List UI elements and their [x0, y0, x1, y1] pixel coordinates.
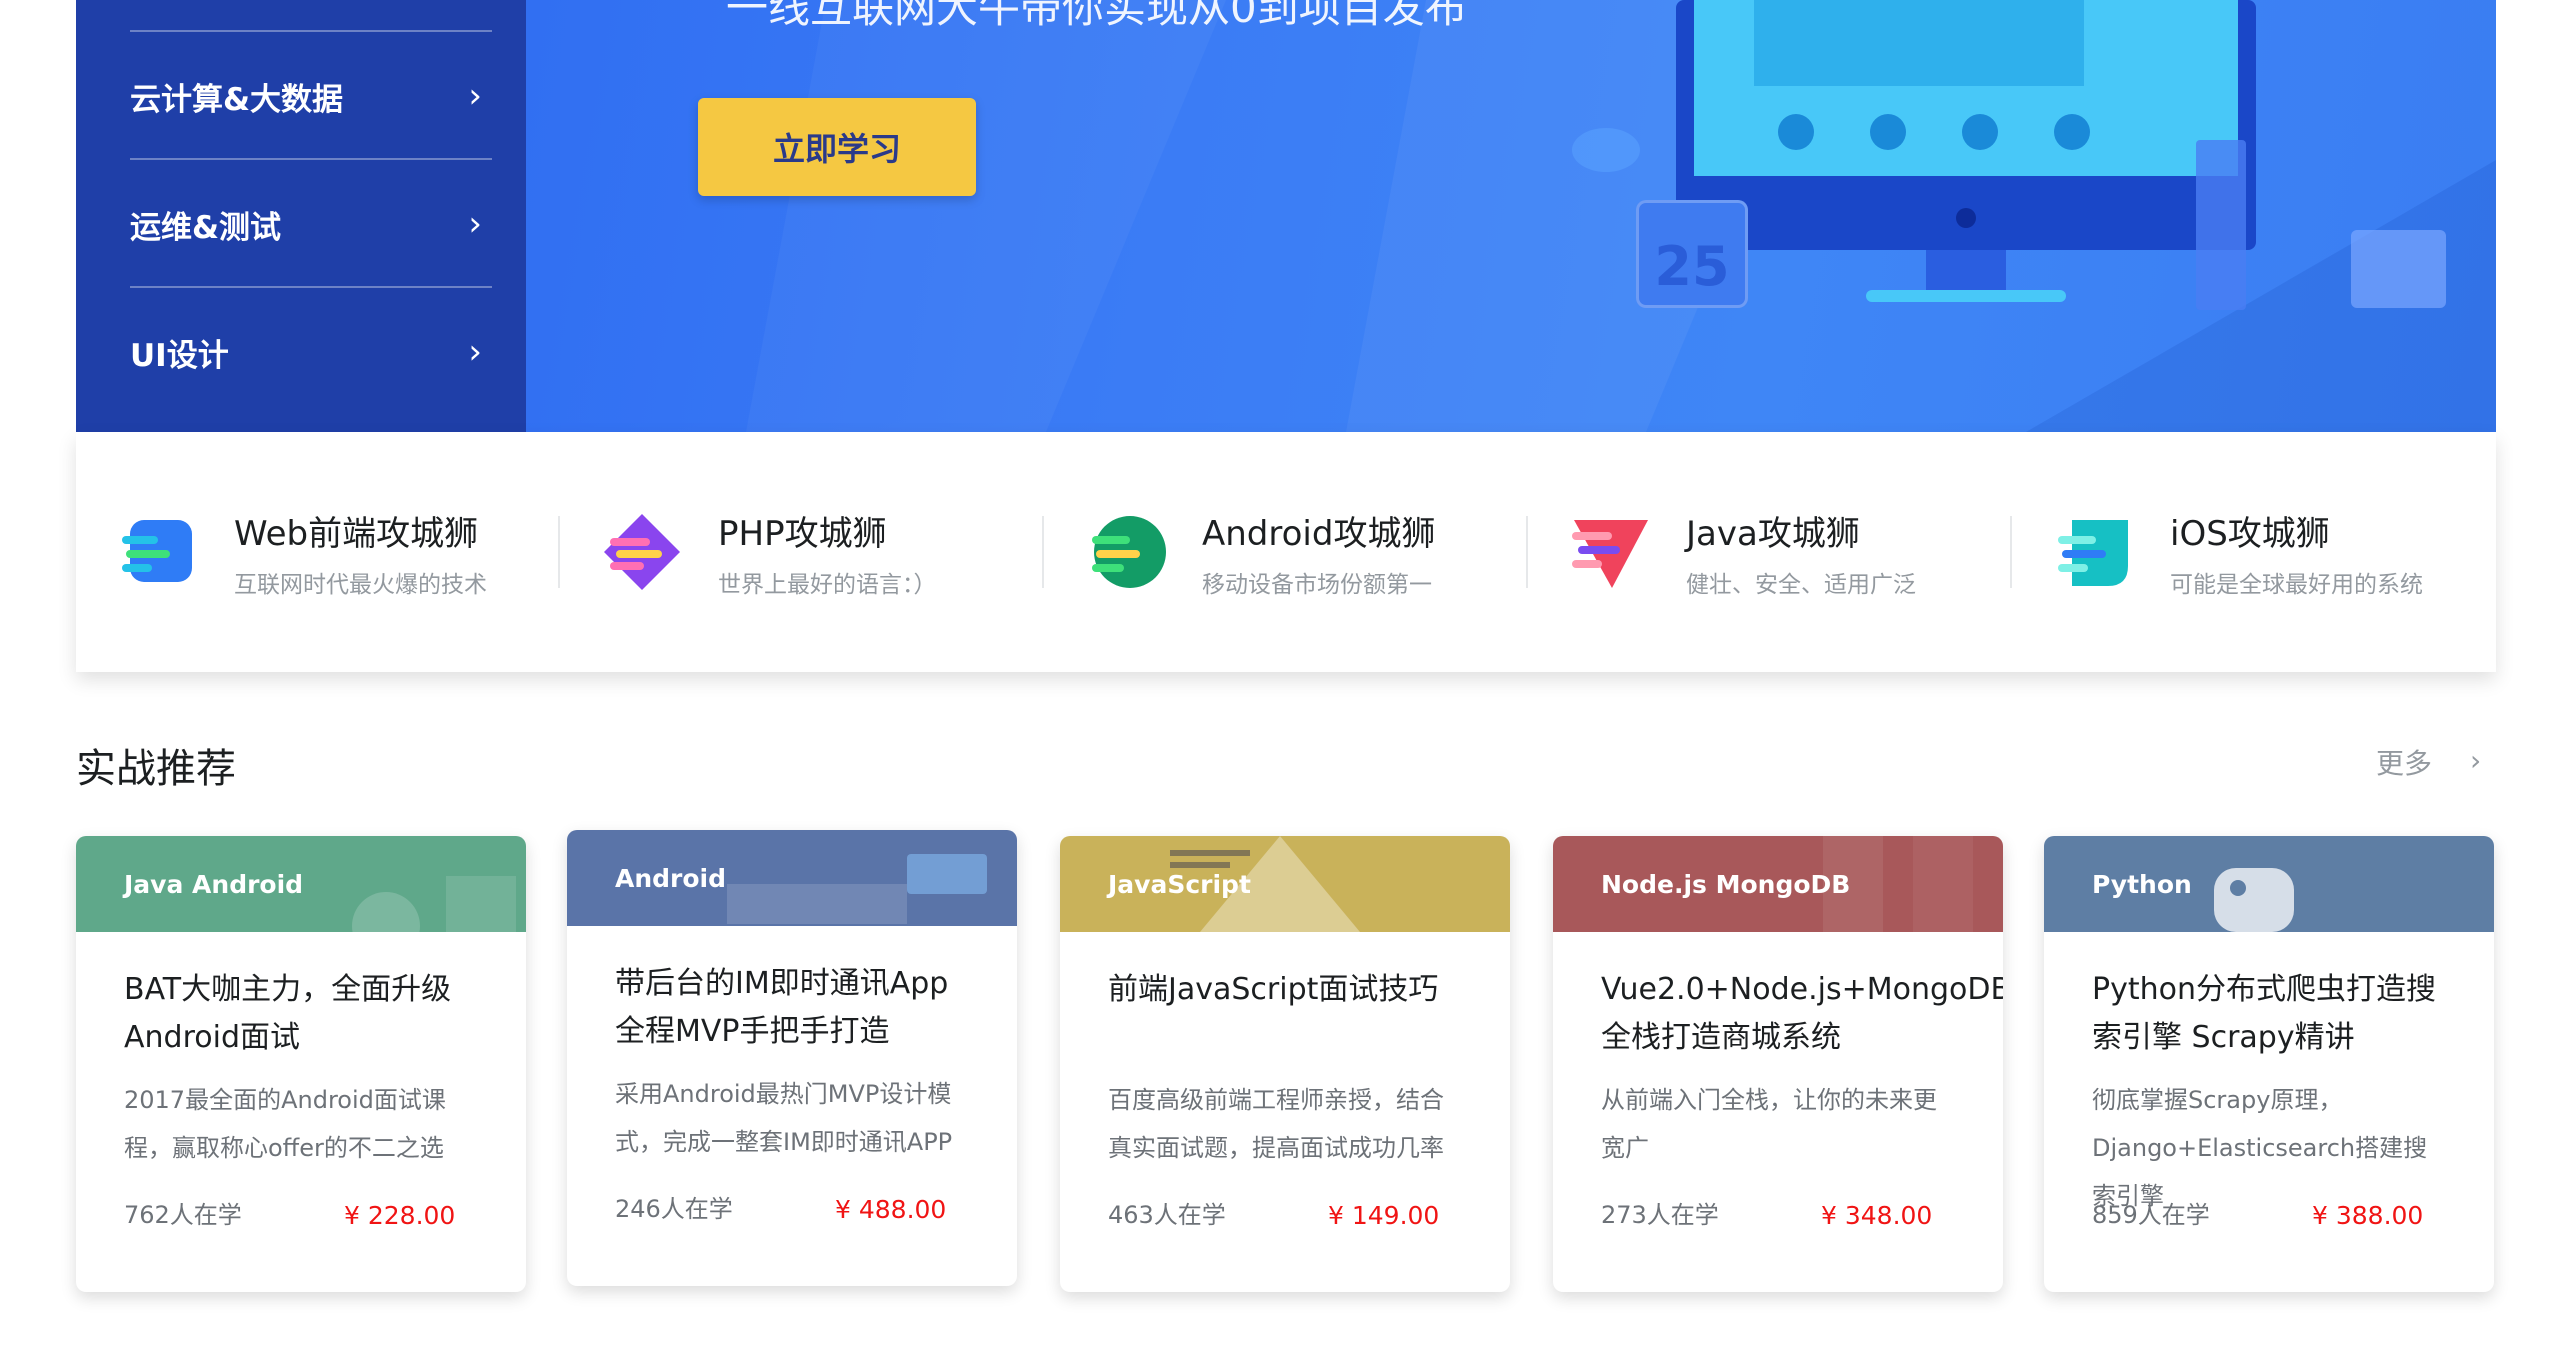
course-cover: Android — [567, 830, 1017, 926]
track-description: 世界上最好的语言：） — [718, 571, 937, 598]
course-tags: Python — [2092, 870, 2192, 899]
course-price: ¥ 348.00 — [1821, 1201, 1933, 1230]
track-java[interactable]: Java攻城狮 健壮、安全、适用广泛 — [1528, 432, 2012, 672]
hero-banner: 一线互联网大牛带你实现从0到项目发布 立即学习 25 云计算&大数据 › 运维&… — [76, 0, 2496, 432]
track-ios[interactable]: iOS攻城狮 可能是全球最好用的系统 — [2012, 432, 2496, 672]
track-name: PHP攻城狮 — [718, 513, 887, 554]
sidebar-item-cloud-bigdata[interactable]: 云计算&大数据 › — [130, 64, 492, 128]
course-card[interactable]: Python Python分布式爬虫打造搜索引擎 Scrapy精讲 彻底掌握Sc… — [2044, 836, 2494, 1292]
course-card[interactable]: Node.js MongoDB Vue2.0+Node.js+MongoDB全栈… — [1553, 836, 2003, 1292]
nav-divider — [130, 30, 492, 32]
php-track-icon — [600, 510, 684, 594]
track-description: 移动设备市场份额第一 — [1202, 571, 1432, 598]
chevron-right-icon[interactable]: › — [2470, 744, 2481, 777]
chevron-right-icon: › — [468, 204, 482, 244]
course-cover: Node.js MongoDB — [1553, 836, 2003, 932]
course-description: 采用Android最热门MVP设计模式，完成一整套IM即时通讯APP — [615, 1080, 953, 1156]
course-title: Python分布式爬虫打造搜索引擎 Scrapy精讲 — [2092, 972, 2436, 1055]
course-tags: Node.js MongoDB — [1601, 870, 1851, 899]
course-title: BAT大咖主力，全面升级Android面试 — [124, 972, 452, 1055]
track-name: Android攻城狮 — [1202, 513, 1436, 554]
course-cover: Python — [2044, 836, 2494, 932]
track-description: 互联网时代最火爆的技术 — [234, 571, 487, 598]
course-cover: Java Android — [76, 836, 526, 932]
course-description: 2017最全面的Android面试课程，赢取称心offer的不二之选 — [124, 1086, 446, 1162]
student-count: 273人在学 — [1601, 1201, 1719, 1229]
nav-divider — [130, 158, 492, 160]
sidebar-item-label: UI设计 — [130, 337, 229, 374]
more-link[interactable]: 更多 — [2376, 742, 2432, 782]
course-price: ¥ 388.00 — [2312, 1201, 2424, 1230]
course-tags: Java Android — [124, 870, 304, 899]
course-title: Vue2.0+Node.js+MongoDB全栈打造商城系统 — [1601, 972, 2003, 1055]
course-tags: JavaScript — [1108, 870, 1251, 899]
student-count: 762人在学 — [124, 1201, 242, 1229]
track-android[interactable]: Android攻城狮 移动设备市场份额第一 — [1044, 432, 1528, 672]
track-description: 可能是全球最好用的系统 — [2170, 571, 2423, 598]
learn-now-button[interactable]: 立即学习 — [698, 98, 976, 196]
track-php[interactable]: PHP攻城狮 世界上最好的语言：） — [560, 432, 1044, 672]
banner-headline: 一线互联网大牛带你实现从0到项目发布 — [726, 0, 1467, 32]
student-count: 463人在学 — [1108, 1201, 1226, 1229]
course-card[interactable]: JavaScript 前端JavaScript面试技巧 百度高级前端工程师亲授，… — [1060, 836, 1510, 1292]
course-cover: JavaScript — [1060, 836, 1510, 932]
chevron-right-icon: › — [468, 76, 482, 116]
java-track-icon — [1568, 510, 1652, 594]
calendar-icon: 25 — [1636, 200, 1748, 308]
course-description: 从前端入门全栈，让你的未来更宽广 — [1601, 1086, 1937, 1162]
calendar-number: 25 — [1654, 235, 1730, 298]
course-price: ¥ 228.00 — [344, 1201, 456, 1230]
section-title: 实战推荐 — [76, 746, 236, 792]
chevron-right-icon: › — [468, 332, 482, 372]
sidebar-item-ui-design[interactable]: UI设计 › — [130, 320, 492, 384]
track-name: Java攻城狮 — [1686, 513, 1860, 554]
sidebar-item-label: 运维&测试 — [130, 209, 282, 246]
course-price: ¥ 488.00 — [835, 1195, 947, 1224]
student-count: 246人在学 — [615, 1195, 733, 1223]
course-title: 带后台的IM即时通讯App 全程MVP手把手打造 — [615, 966, 949, 1049]
ios-track-icon — [2052, 510, 2136, 594]
track-name: Web前端攻城狮 — [234, 513, 479, 554]
career-tracks-panel: Web前端攻城狮 互联网时代最火爆的技术 PHP攻城狮 世界上最好的语言：） A… — [76, 432, 2496, 672]
sidebar-item-ops-testing[interactable]: 运维&测试 › — [130, 192, 492, 256]
course-price: ¥ 149.00 — [1328, 1201, 1440, 1230]
course-card[interactable]: Java Android BAT大咖主力，全面升级Android面试 2017最… — [76, 836, 526, 1292]
track-name: iOS攻城狮 — [2170, 513, 2330, 554]
student-count: 859人在学 — [2092, 1201, 2210, 1229]
category-sidebar: 云计算&大数据 › 运维&测试 › UI设计 › — [76, 0, 526, 432]
course-card[interactable]: Android 带后台的IM即时通讯App 全程MVP手把手打造 采用Andro… — [567, 830, 1017, 1286]
nav-divider — [130, 286, 492, 288]
sidebar-item-label: 云计算&大数据 — [130, 81, 344, 118]
android-track-icon — [1084, 510, 1168, 594]
course-title: 前端JavaScript面试技巧 — [1108, 972, 1439, 1007]
course-description: 百度高级前端工程师亲授，结合真实面试题，提高面试成功几率 — [1108, 1086, 1444, 1162]
course-tags: Android — [615, 864, 727, 893]
course-description: 彻底掌握Scrapy原理，Django+Elasticsearch搭建搜索引擎 — [2092, 1086, 2428, 1210]
web-track-icon — [116, 510, 200, 594]
track-description: 健壮、安全、适用广泛 — [1686, 571, 1916, 598]
track-web-frontend[interactable]: Web前端攻城狮 互联网时代最火爆的技术 — [76, 432, 560, 672]
